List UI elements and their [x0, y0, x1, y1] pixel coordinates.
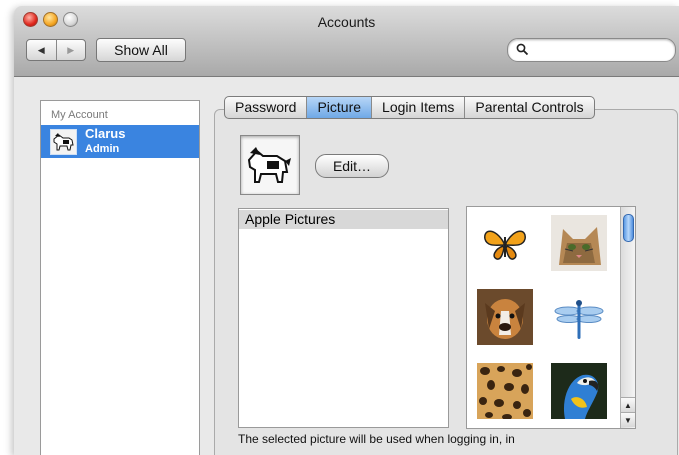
toolbar: Accounts ◀ ▶ Show All	[14, 6, 679, 77]
scroll-down-button[interactable]: ▼	[621, 412, 635, 427]
butterfly-picture[interactable]	[477, 215, 533, 271]
tab-bar: Password Picture Login Items Parental Co…	[224, 96, 595, 119]
source-item-apple-pictures[interactable]: Apple Pictures	[239, 210, 448, 229]
list-header-my-account: My Account	[51, 109, 108, 121]
scroll-up-arrow-icon: ▲	[624, 400, 632, 410]
account-row-clarus[interactable]: Clarus Admin	[41, 125, 199, 158]
picture-grid[interactable]: ▲ ▼	[466, 206, 636, 429]
cat-picture[interactable]	[551, 215, 607, 271]
search-input[interactable]	[532, 41, 670, 59]
tab-login-items[interactable]: Login Items	[371, 97, 464, 118]
picture-source-list[interactable]: Apple Pictures	[238, 208, 449, 428]
tab-picture[interactable]: Picture	[306, 97, 372, 118]
account-list[interactable]: My Account Clarus Admin	[40, 100, 200, 455]
tab-parental-controls[interactable]: Parental Controls	[464, 97, 593, 118]
dog-icon	[247, 147, 291, 183]
scroll-thumb[interactable]	[623, 214, 634, 242]
dog-icon	[50, 129, 77, 155]
back-button[interactable]: ◀	[27, 40, 57, 60]
show-all-button[interactable]: Show All	[96, 38, 186, 62]
search-field[interactable]	[507, 38, 676, 62]
scroll-down-arrow-icon: ▼	[624, 415, 632, 425]
accounts-window: Accounts ◀ ▶ Show All My Account Clarus …	[14, 6, 679, 455]
dragonfly-picture[interactable]	[551, 289, 607, 345]
picture-caption: The selected picture will be used when l…	[238, 432, 515, 446]
back-arrow-icon: ◀	[37, 44, 45, 55]
window-title: Accounts	[317, 14, 376, 30]
account-name: Clarus	[85, 126, 126, 141]
current-picture-well[interactable]	[240, 135, 300, 195]
picture-grid-scrollbar[interactable]: ▲ ▼	[620, 207, 635, 428]
parrot-picture[interactable]	[551, 363, 607, 419]
scroll-up-button[interactable]: ▲	[621, 397, 635, 412]
forward-arrow-icon: ▶	[67, 44, 75, 55]
leopard-print-picture[interactable]	[477, 363, 533, 420]
tab-password[interactable]: Password	[225, 97, 306, 118]
back-forward-control: ◀ ▶	[26, 39, 86, 61]
edit-picture-button[interactable]: Edit…	[315, 154, 389, 178]
dog-picture[interactable]	[477, 289, 533, 345]
account-role: Admin	[85, 143, 120, 155]
search-icon	[516, 43, 529, 56]
forward-button[interactable]: ▶	[57, 40, 86, 60]
